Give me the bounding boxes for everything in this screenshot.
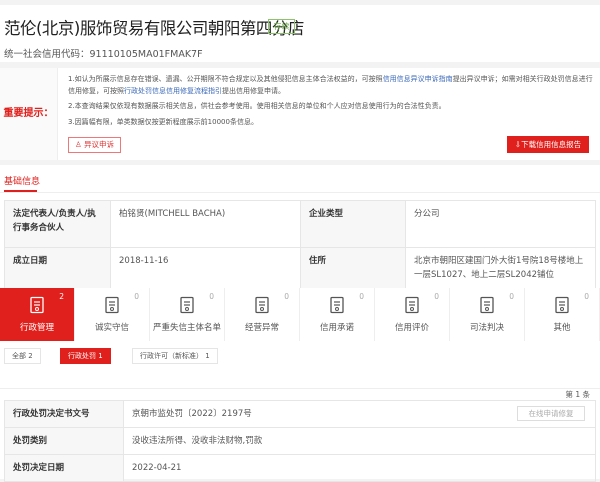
shield-icon [105, 296, 119, 314]
evaluation-icon [405, 296, 419, 314]
penalty-table: 行政处罚决定书文号 京朝市监处罚〔2022〕2197号 在线申请修复 处罚类别 没收违… [4, 400, 596, 482]
tab-count: 0 [209, 292, 214, 301]
record-count: 第 1 条 [565, 390, 590, 399]
table-row: 处罚类别 没收违法所得、没收非法财物,罚款 [4, 427, 596, 455]
tab-label: 经营异常 [244, 323, 279, 333]
label: 成立日期 [4, 247, 111, 290]
tab-label: 司法判决 [469, 323, 504, 333]
tab-label: 其他 [553, 323, 571, 333]
credit-code-value: 91110105MA01FMAK7F [89, 49, 203, 60]
subtab-label: 全部 [12, 352, 26, 360]
tab-0[interactable]: 2 行政管理 [0, 288, 75, 341]
label: 处罚类别 [4, 427, 124, 455]
alarm-icon [255, 296, 269, 314]
notice-text: 1.如认为所展示信息存在错误、遗漏、公开期限不符合规定以及其他侵犯信息主体合法权… [68, 75, 383, 83]
value: 柏铭贤(MITCHELL BACHA) [110, 200, 301, 248]
tab-3[interactable]: 0 经营异常 [225, 288, 300, 341]
online-repair-button[interactable]: 在线申请修复 [517, 406, 585, 421]
notice-line-1: 1.如认为所展示信息存在错误、遗漏、公开期限不符合规定以及其他侵犯信息主体合法权… [68, 73, 593, 97]
tab-label: 诚实守信 [94, 323, 129, 333]
label: 法定代表人/负责人/执行事务合伙人 [4, 200, 111, 248]
basic-info-section: 基础信息 法定代表人/负责人/执行事务合伙人 柏铭贤(MITCHELL BACH… [0, 165, 600, 290]
value: 北京市朝阳区建国门外大街1号院18号楼地上一层SL1027、地上二层SL2042… [405, 247, 596, 290]
other-doc-icon [555, 296, 569, 314]
credit-code: 统一社会信用代码：91110105MA01FMAK7F [4, 46, 203, 60]
value: 京朝市监处罚〔2022〕2197号 在线申请修复 [123, 400, 596, 428]
label: 处罚决定日期 [4, 454, 124, 482]
subtab-all[interactable]: 全部 2 [4, 348, 41, 364]
tab-count: 0 [134, 292, 139, 301]
subtab-count: 1 [98, 352, 103, 360]
status-badge: 存续 [268, 19, 295, 34]
repair-guide-link[interactable]: 行政处罚信息信用修复流程指引 [124, 87, 222, 95]
subtab-label: 行政处罚 [68, 352, 96, 360]
value-text: 京朝市监处罚〔2022〕2197号 [132, 409, 252, 419]
tab-count: 0 [359, 292, 364, 301]
notice-line-2: 2.本查询结果仅依现有数据展示相关信息，供社会参考使用。使用相关信息的单位和个人… [68, 102, 446, 110]
subtab-penalty[interactable]: 行政处罚 1 [60, 348, 111, 364]
subtab-license[interactable]: 行政许可（新标准） 1 [132, 348, 218, 364]
sub-tabs: 全部 2 行政处罚 1 行政许可（新标准） 1 [0, 341, 600, 389]
basic-info-table: 法定代表人/负责人/执行事务合伙人 柏铭贤(MITCHELL BACHA) 企业… [4, 200, 596, 290]
certificate-icon [330, 296, 344, 314]
tab-count: 0 [434, 292, 439, 301]
tab-count: 0 [584, 292, 589, 301]
value: 没收违法所得、没收非法财物,罚款 [123, 427, 596, 455]
dispute-label: 异议申诉 [84, 140, 115, 149]
tab-count: 0 [284, 292, 289, 301]
table-row: 处罚决定日期 2022-04-21 [4, 454, 596, 482]
tab-6[interactable]: 0 司法判决 [450, 288, 525, 341]
value: 分公司 [405, 200, 596, 248]
tab-count: 2 [59, 292, 64, 301]
subtab-label: 行政许可（新标准） [140, 352, 203, 360]
subtab-count: 1 [205, 352, 210, 360]
divider [0, 192, 600, 193]
tab-7[interactable]: 0 其他 [525, 288, 600, 341]
section-title[interactable]: 基础信息 [4, 174, 40, 187]
dispute-guide-link[interactable]: 信用信息异议申诉指南 [383, 75, 453, 83]
company-name: 范伦(北京)服饰贸易有限公司朝阳第四分店 [4, 19, 304, 38]
tab-count: 0 [509, 292, 514, 301]
dispute-button[interactable]: ♙ 异议申诉 [68, 137, 121, 153]
table-row: 法定代表人/负责人/执行事务合伙人 柏铭贤(MITCHELL BACHA) 企业… [4, 200, 596, 248]
download-label: 下载信用信息报告 [521, 140, 582, 149]
label: 行政处罚决定书文号 [4, 400, 124, 428]
important-notice: 重要提示： 1.如认为所展示信息存在错误、遗漏、公开期限不符合规定以及其他侵犯信… [0, 68, 600, 160]
active-underline [4, 190, 37, 192]
notice-text: 提出异议申诉；如需对相关行政 [452, 75, 551, 83]
penalty-detail: 第 1 条 行政处罚决定书文号 京朝市监处罚〔2022〕2197号 在线申请修复 处… [0, 389, 600, 482]
subtab-count: 2 [28, 352, 33, 360]
credit-code-label: 统一社会信用代码： [4, 49, 90, 60]
tab-2[interactable]: 0 严重失信主体名单 [150, 288, 225, 341]
company-header: 范伦(北京)服饰贸易有限公司朝阳第四分店 存续 统一社会信用代码：9111010… [0, 5, 600, 62]
person-icon: ♙ [74, 140, 82, 149]
notice-text: 提出信用修复申请。 [222, 87, 285, 95]
tab-label: 信用承诺 [319, 323, 354, 333]
label: 住所 [300, 247, 406, 290]
notice-line-3: 3.因篇幅有限，单类数据仅按更新程度展示前10000条信息。 [68, 118, 258, 126]
tab-1[interactable]: 0 诚实守信 [75, 288, 150, 341]
judgment-icon [480, 296, 494, 314]
value: 2018-11-16 [110, 247, 301, 290]
tab-label: 信用评价 [394, 323, 429, 333]
label: 企业类型 [300, 200, 406, 248]
category-tabs: 2 行政管理 0 诚实守信 0 严重失信主体名单 0 经营异常 0 信用承诺 0 信用评价 0 司法判决 0… [0, 288, 600, 341]
tab-5[interactable]: 0 信用评价 [375, 288, 450, 341]
table-row: 成立日期 2018-11-16 住所 北京市朝阳区建国门外大街1号院18号楼地上… [4, 247, 596, 290]
tab-label: 严重失信主体名单 [152, 323, 221, 333]
value: 2022-04-21 [123, 454, 596, 482]
notice-label: 重要提示： [0, 68, 58, 160]
table-row: 行政处罚决定书文号 京朝市监处罚〔2022〕2197号 在线申请修复 [4, 400, 596, 428]
printer-list-icon [180, 296, 194, 314]
tab-label: 行政管理 [19, 323, 54, 333]
tab-4[interactable]: 0 信用承诺 [300, 288, 375, 341]
download-report-button[interactable]: ⇩下载信用信息报告 [507, 136, 589, 153]
document-person-icon [30, 296, 44, 314]
